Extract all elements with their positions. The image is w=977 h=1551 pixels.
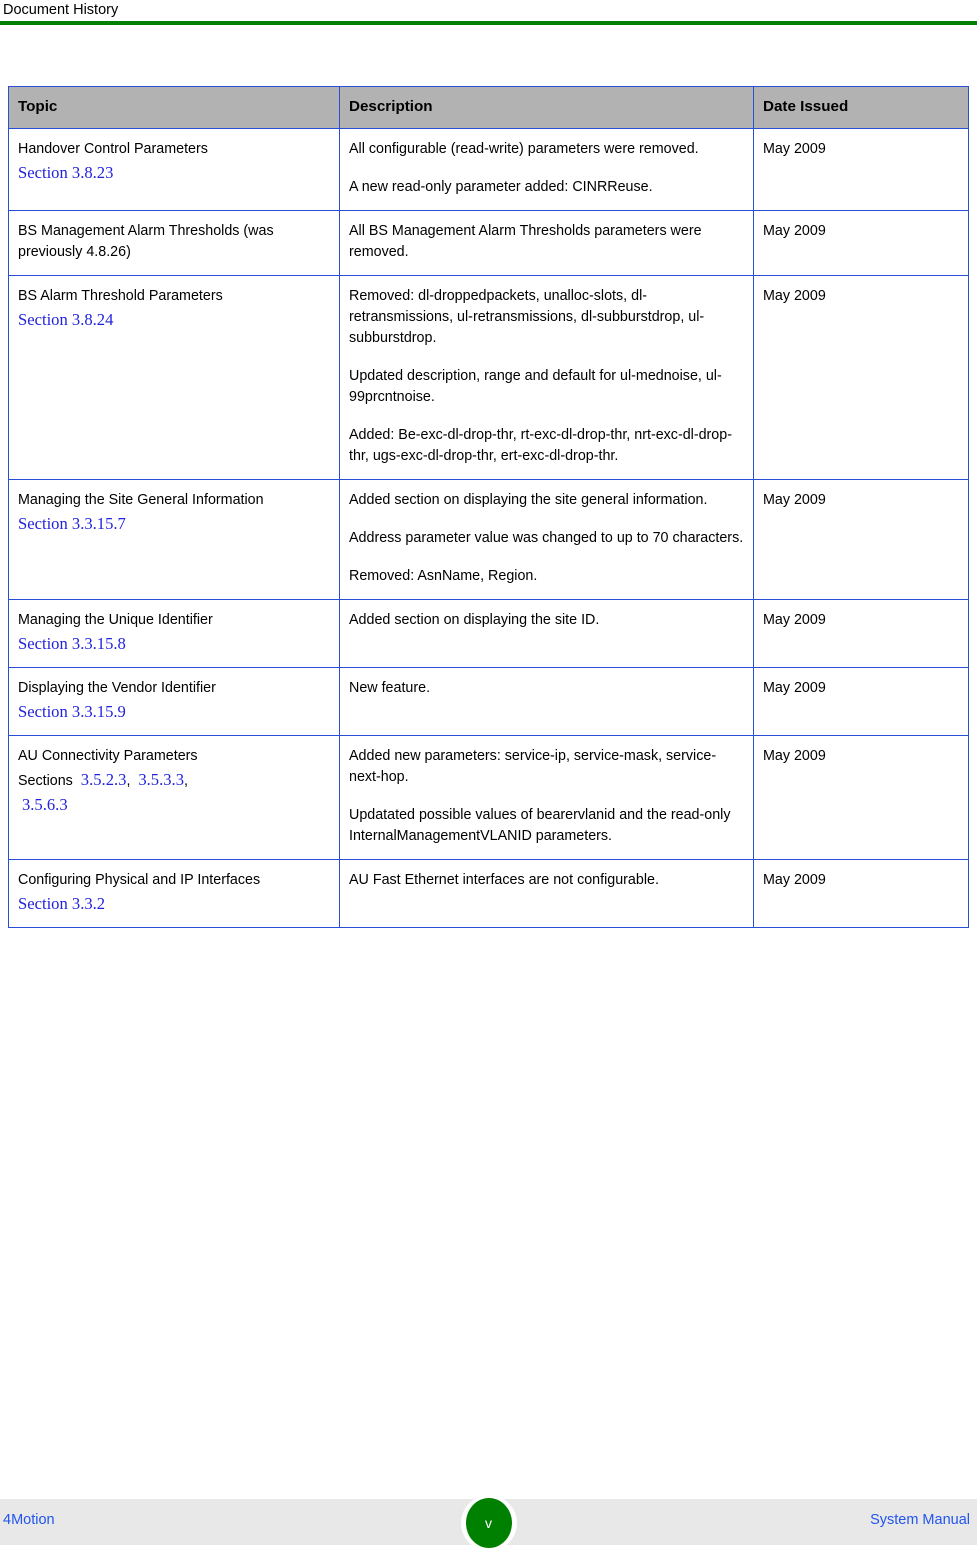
section-link[interactable]: Section 3.3.15.7: [18, 512, 330, 535]
description-paragraph: All configurable (read-write) parameters…: [349, 141, 699, 157]
page-number-badge-wrap: v: [460, 1495, 517, 1551]
date-issued-value: May 2009: [763, 492, 826, 508]
document-history-table: Topic Description Date Issued Handover C…: [8, 86, 969, 928]
date-issued-value: May 2009: [763, 288, 826, 304]
date-issued-value: May 2009: [763, 612, 826, 628]
description-paragraph: A new read-only parameter added: CINRReu…: [349, 179, 653, 195]
section-link[interactable]: 3.5.6.3: [22, 795, 68, 814]
table-cell-date-issued: May 2009: [753, 128, 969, 211]
date-issued-value: May 2009: [763, 141, 826, 157]
description-paragraph: AU Fast Ethernet interfaces are not conf…: [349, 872, 659, 888]
table-row: Managing the Site General Information Sec…: [8, 479, 969, 600]
topic-title: Configuring Physical and IP Interfaces: [18, 872, 261, 888]
table-row: Managing the Unique Identifier Section 3.…: [8, 599, 969, 668]
description-paragraph: Added section on displaying the site ID.: [349, 612, 600, 628]
table-cell-topic: BS Management Alarm Thresholds (was prev…: [8, 210, 340, 276]
table-cell-date-issued: May 2009: [753, 275, 969, 480]
table-row: Displaying the Vendor Identifier Section …: [8, 667, 969, 736]
main-content: Topic Description Date Issued Handover C…: [8, 86, 969, 928]
section-link[interactable]: Section 3.3.15.8: [18, 632, 330, 655]
page-number-badge: v: [465, 1498, 512, 1548]
page-header: Document History: [0, 0, 977, 25]
description-paragraph: Removed: dl-droppedpackets, unalloc-slot…: [349, 288, 705, 346]
table-cell-description: Removed: dl-droppedpackets, unalloc-slot…: [339, 275, 754, 480]
table-cell-date-issued: May 2009: [753, 667, 969, 736]
page-footer: 4Motion v System Manual: [0, 1495, 977, 1551]
section-link[interactable]: 3.5.3.3: [138, 770, 184, 789]
section-link[interactable]: Section 3.8.23: [18, 161, 330, 184]
description-paragraph: All BS Management Alarm Thresholds param…: [349, 223, 702, 260]
table-cell-date-issued: May 2009: [753, 599, 969, 668]
table-cell-topic: Handover Control Parameters Section 3.8.2…: [8, 128, 340, 211]
section-separator: ,: [126, 773, 139, 789]
table-cell-description: Added section on displaying the site gen…: [339, 479, 754, 600]
description-paragraph: Removed: AsnName, Region.: [349, 568, 538, 584]
description-paragraph: New feature.: [349, 680, 431, 696]
table-cell-topic: Managing the Site General Information Sec…: [8, 479, 340, 600]
table-cell-date-issued: May 2009: [753, 859, 969, 928]
table-cell-description: New feature.: [339, 667, 754, 736]
section-link[interactable]: Section 3.3.15.9: [18, 700, 330, 723]
table-cell-topic: AU Connectivity Parameters Sections 3.5.2…: [8, 735, 340, 860]
description-paragraph: Address parameter value was changed to u…: [349, 530, 744, 546]
description-paragraph: Added new parameters: service-ip, servic…: [349, 748, 717, 785]
description-paragraph: Updatated possible values of bearervlani…: [349, 807, 731, 844]
section-link[interactable]: 3.5.2.3: [81, 770, 127, 789]
table-cell-date-issued: May 2009: [753, 210, 969, 276]
table-cell-topic: Managing the Unique Identifier Section 3.…: [8, 599, 340, 668]
date-issued-value: May 2009: [763, 223, 826, 239]
table-row: Configuring Physical and IP Interfaces Se…: [8, 859, 969, 928]
section-link[interactable]: Section 3.3.2: [18, 892, 330, 915]
header-rule: [0, 21, 977, 25]
table-cell-description: Added section on displaying the site ID.: [339, 599, 754, 668]
table-row: Handover Control Parameters Section 3.8.2…: [8, 128, 969, 211]
page-title: Document History: [3, 2, 119, 18]
topic-title: Displaying the Vendor Identifier: [18, 680, 216, 696]
description-paragraph: Added section on displaying the site gen…: [349, 492, 708, 508]
table-cell-topic: Displaying the Vendor Identifier Section …: [8, 667, 340, 736]
table-cell-date-issued: May 2009: [753, 479, 969, 600]
date-issued-value: May 2009: [763, 872, 826, 888]
section-separator: ,: [184, 773, 196, 789]
table-header: Topic Description Date Issued: [8, 86, 969, 129]
table-cell-topic: BS Alarm Threshold Parameters Section 3.8…: [8, 275, 340, 480]
column-header-description: Description: [339, 86, 754, 129]
topic-title: Managing the Unique Identifier: [18, 612, 213, 628]
date-issued-value: May 2009: [763, 748, 826, 764]
topic-title: BS Alarm Threshold Parameters: [18, 288, 223, 304]
table-row: BS Management Alarm Thresholds (was prev…: [8, 210, 969, 276]
table-header-row: Topic Description Date Issued: [8, 86, 969, 129]
topic-title: AU Connectivity Parameters: [18, 748, 198, 764]
table-cell-description: Added new parameters: service-ip, servic…: [339, 735, 754, 860]
sections-prefix-label: Sections: [18, 773, 73, 789]
table-row: AU Connectivity Parameters Sections 3.5.2…: [8, 735, 969, 860]
table-cell-description: All BS Management Alarm Thresholds param…: [339, 210, 754, 276]
description-paragraph: Added: Be-exc-dl-drop-thr, rt-exc-dl-dro…: [349, 427, 732, 464]
table-cell-description: AU Fast Ethernet interfaces are not conf…: [339, 859, 754, 928]
table-cell-description: All configurable (read-write) parameters…: [339, 128, 754, 211]
table-row: BS Alarm Threshold Parameters Section 3.8…: [8, 275, 969, 480]
footer-product-link[interactable]: 4Motion: [3, 1512, 55, 1528]
topic-title: Managing the Site General Information: [18, 492, 264, 508]
table-cell-topic: Configuring Physical and IP Interfaces Se…: [8, 859, 340, 928]
date-issued-value: May 2009: [763, 680, 826, 696]
topic-title: Handover Control Parameters: [18, 141, 208, 157]
footer-manual-link[interactable]: System Manual: [870, 1512, 970, 1528]
description-paragraph: Updated description, range and default f…: [349, 368, 722, 405]
table-body: Handover Control Parameters Section 3.8.2…: [8, 128, 969, 928]
topic-title: BS Management Alarm Thresholds (was prev…: [18, 223, 274, 260]
section-link[interactable]: Section 3.8.24: [18, 308, 330, 331]
table-cell-date-issued: May 2009: [753, 735, 969, 860]
topic-sections-line: Sections 3.5.2.3, 3.5.3.3, 3.5.6.3: [18, 768, 330, 818]
column-header-date-issued: Date Issued: [753, 86, 969, 129]
column-header-topic: Topic: [8, 86, 340, 129]
